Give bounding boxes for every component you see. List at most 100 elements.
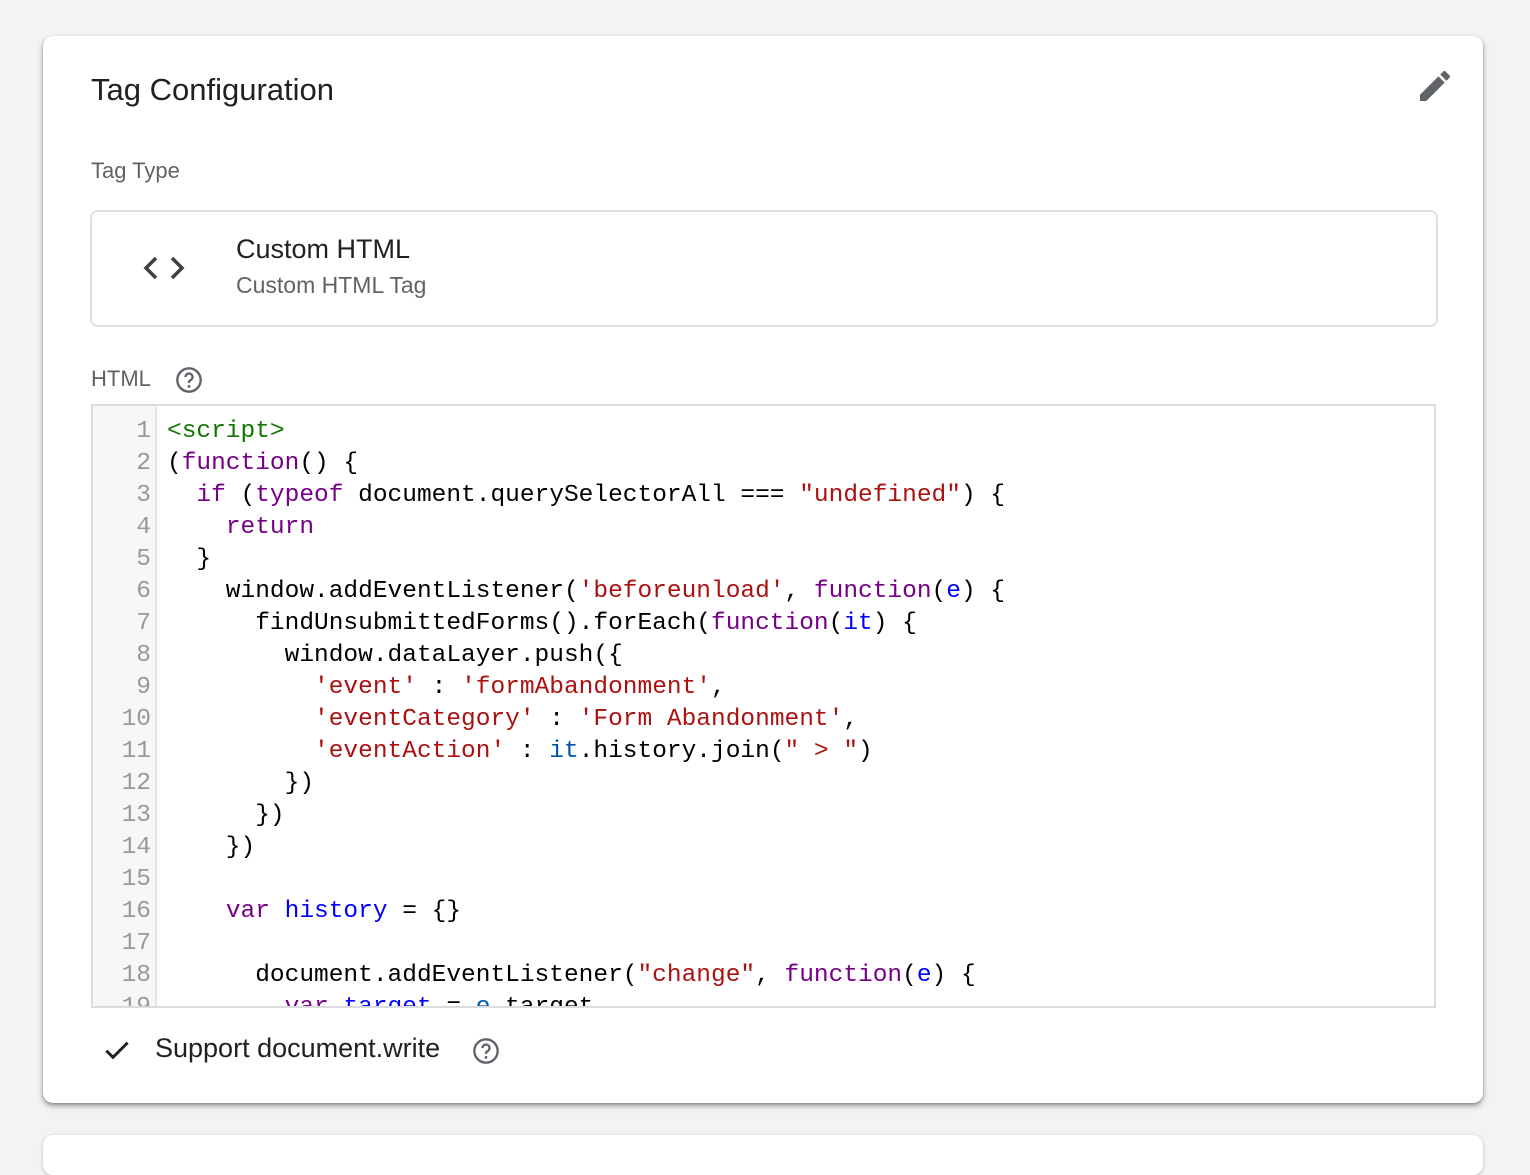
- code-token: "change": [637, 962, 756, 989]
- code-token: (: [225, 482, 256, 509]
- line-number: 8: [136, 642, 151, 669]
- code-token: ,: [843, 706, 859, 733]
- line-number: 17: [121, 930, 151, 957]
- code-line[interactable]: 2 (function() {: [93, 448, 358, 480]
- tag-type-label: Tag Type: [91, 158, 180, 183]
- code-text: 'eventCategory' : 'Form Abandonment',: [167, 704, 858, 736]
- code-line[interactable]: 16 var history = {}: [93, 896, 461, 928]
- code-token: <script>: [167, 418, 285, 445]
- line-number: 1: [136, 418, 151, 445]
- code-token: function: [181, 450, 300, 477]
- code-line[interactable]: 1 <script>: [93, 416, 284, 448]
- code-line[interactable]: 4 return: [93, 512, 314, 544]
- line-number: 12: [121, 770, 151, 797]
- tag-type-subtitle: Custom HTML Tag: [236, 272, 427, 298]
- code-token: function: [711, 610, 829, 637]
- support-document-write-label[interactable]: Support document.write: [155, 1033, 440, 1064]
- code-line[interactable]: 15: [93, 864, 151, 896]
- code-line[interactable]: 9 'event' : 'formAbandonment',: [93, 672, 725, 704]
- code-token: :: [416, 674, 462, 701]
- code-token: 'eventCategory': [314, 706, 535, 733]
- code-token: }): [167, 802, 285, 829]
- code-text: return: [167, 512, 314, 544]
- code-token: 'Form Abandonment': [578, 706, 844, 733]
- code-line[interactable]: 12 }): [93, 768, 314, 800]
- code-text: (function() {: [167, 448, 358, 480]
- code-token: (: [931, 578, 947, 605]
- code-line[interactable]: 10 'eventCategory' : 'Form Abandonment',: [93, 704, 858, 736]
- code-text: var history = {}: [167, 896, 461, 928]
- code-line[interactable]: 19 var target = e.target: [93, 992, 594, 1008]
- code-line[interactable]: 14 }): [93, 832, 256, 864]
- code-token: return: [225, 514, 315, 541]
- code-token: function: [784, 962, 903, 989]
- code-line[interactable]: 6 window.addEventListener('beforeunload'…: [93, 576, 1005, 608]
- code-token: it: [549, 738, 579, 765]
- code-token: history: [284, 898, 388, 925]
- tag-type-name: Custom HTML: [236, 234, 411, 264]
- code-line[interactable]: 17: [93, 928, 151, 960]
- code-token: document.querySelectorAll ===: [343, 482, 800, 509]
- code-token: 'event': [314, 674, 417, 701]
- line-number: 9: [136, 674, 151, 701]
- code-text: window.dataLayer.push({: [167, 640, 623, 672]
- code-line[interactable]: 3 if (typeof document.querySelectorAll =…: [93, 480, 1005, 512]
- code-text: <script>: [167, 416, 285, 448]
- line-number: 6: [136, 578, 151, 605]
- code-token: ) {: [931, 962, 976, 989]
- code-token: ) {: [960, 578, 1006, 605]
- code-token: window.addEventListener(: [167, 578, 579, 605]
- code-text: 'eventAction' : it.history.join(" > "): [167, 736, 873, 768]
- help-circle-icon[interactable]: [472, 1037, 500, 1065]
- code-token: ,: [711, 674, 726, 701]
- code-text: }): [167, 832, 255, 864]
- code-token: var: [225, 898, 270, 925]
- line-number: 16: [121, 898, 151, 925]
- line-number: 2: [136, 450, 151, 477]
- code-line[interactable]: 11 'eventAction' : it.history.join(" > "…: [93, 736, 873, 768]
- code-line[interactable]: 8 window.dataLayer.push({: [93, 640, 622, 672]
- code-line[interactable]: 18 document.addEventListener("change", f…: [93, 960, 976, 992]
- code-token: }): [167, 834, 256, 861]
- code-text: document.addEventListener("change", func…: [167, 960, 976, 992]
- code-line[interactable]: 13 }): [93, 800, 285, 832]
- code-token: 'formAbandonment': [461, 674, 712, 701]
- line-number: 10: [121, 706, 151, 733]
- code-token: 'beforeunload': [578, 578, 785, 605]
- code-brackets-icon: [142, 250, 186, 286]
- code-token: :: [534, 706, 579, 733]
- code-token: document.addEventListener(: [167, 962, 638, 989]
- line-number: 19: [121, 994, 151, 1008]
- code-token: }): [167, 770, 315, 797]
- line-number: 7: [136, 610, 151, 637]
- code-line[interactable]: 5 }: [93, 544, 211, 576]
- code-text: var target = e.target: [167, 992, 594, 1008]
- pencil-icon[interactable]: [1415, 66, 1455, 106]
- code-token: if: [196, 482, 226, 509]
- code-token: .history.join(: [578, 738, 785, 765]
- line-number: 3: [136, 482, 151, 509]
- code-token: e: [475, 994, 491, 1008]
- code-token: typeof: [255, 482, 344, 509]
- code-token: :: [505, 738, 550, 765]
- code-token: ): [858, 738, 873, 765]
- tag-type-selector[interactable]: Custom HTML Custom HTML Tag: [90, 210, 1438, 327]
- help-circle-icon[interactable]: [175, 366, 203, 394]
- code-text: 'event' : 'formAbandonment',: [167, 672, 726, 704]
- html-code-editor[interactable]: 1 <script> 2 (function() {3 if (typeof docu…: [91, 404, 1436, 1008]
- line-number: 5: [136, 546, 151, 573]
- code-token: .target: [490, 994, 594, 1008]
- code-token: e: [946, 578, 961, 605]
- checkmark-icon[interactable]: [101, 1034, 133, 1066]
- code-text: findUnsubmittedForms().forEach(function(…: [167, 608, 917, 640]
- code-text: }: [167, 544, 211, 576]
- code-token: e: [916, 962, 932, 989]
- code-line[interactable]: 7 findUnsubmittedForms().forEach(functio…: [93, 608, 917, 640]
